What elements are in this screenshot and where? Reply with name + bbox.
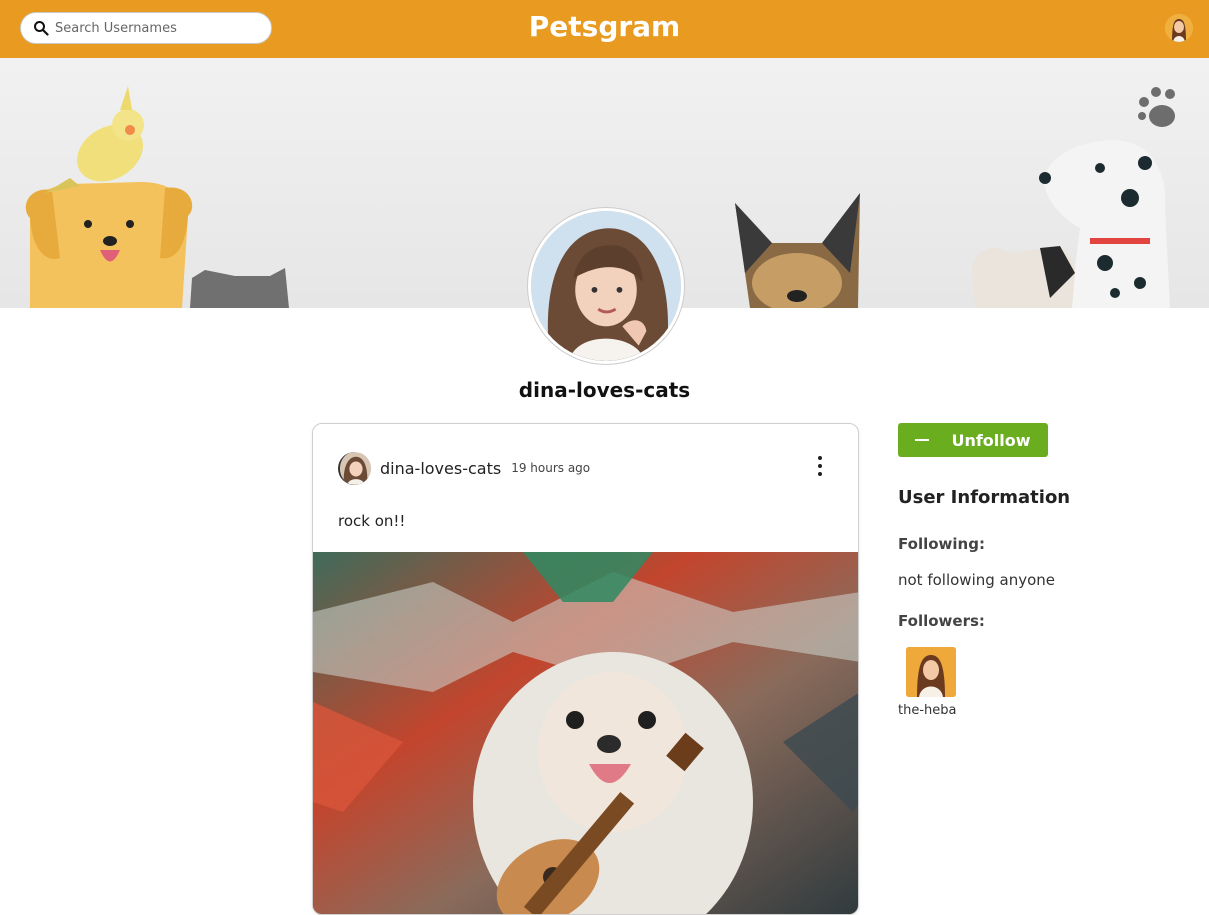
post-timestamp: 19 hours ago — [511, 461, 591, 475]
search-input[interactable] — [55, 20, 255, 36]
minus-icon — [915, 439, 930, 441]
yellow-dog-illustration — [25, 182, 193, 308]
post-author-name[interactable]: dina-loves-cats — [380, 459, 501, 478]
paw-print-icon — [1138, 87, 1175, 127]
top-navbar: Petsgram — [0, 0, 1209, 58]
post-card: dina-loves-cats 19 hours ago rock on!! — [312, 423, 859, 915]
gray-cat-illustration — [190, 268, 289, 308]
post-caption: rock on!! — [338, 512, 406, 530]
search-box[interactable] — [20, 12, 272, 44]
following-label: Following: — [898, 535, 985, 553]
current-user-avatar[interactable] — [1165, 14, 1193, 42]
unfollow-label: Unfollow — [951, 430, 1031, 450]
post-header: dina-loves-cats 19 hours ago — [338, 450, 590, 486]
profile-avatar — [528, 208, 684, 364]
user-information-heading: User Information — [898, 487, 1071, 508]
profile-username: dina-loves-cats — [518, 378, 691, 402]
post-image — [313, 552, 858, 914]
following-value: not following anyone — [898, 571, 1056, 589]
unfollow-button[interactable]: Unfollow — [898, 423, 1048, 457]
shepherd-dog-illustration — [735, 193, 860, 308]
follower-item[interactable]: the-heba — [898, 647, 964, 718]
post-author-avatar[interactable] — [338, 451, 371, 485]
post-options-menu-icon[interactable] — [812, 456, 828, 476]
cockatiel-illustration — [45, 86, 144, 193]
search-icon — [34, 21, 49, 36]
follower-name[interactable]: the-heba — [898, 703, 964, 718]
follower-avatar[interactable] — [906, 647, 956, 697]
followers-label: Followers: — [898, 612, 985, 630]
